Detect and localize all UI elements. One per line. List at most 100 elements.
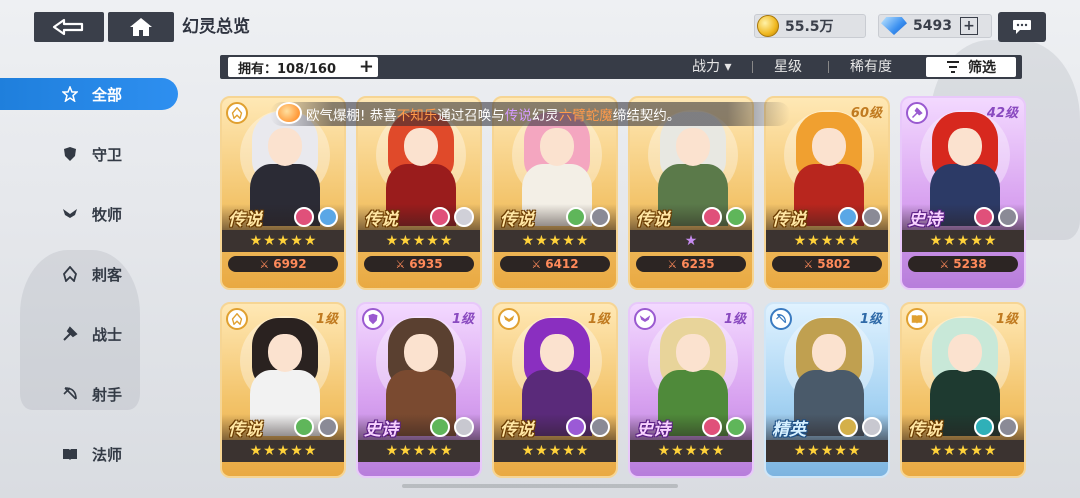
- rarity-row: 传说: [494, 414, 616, 440]
- gem-icon: [881, 17, 907, 35]
- announcement-mid2: 幻灵: [531, 108, 559, 124]
- rarity-row: 传说: [766, 204, 888, 230]
- rarity-label: 传说: [636, 209, 670, 230]
- sort-power[interactable]: 战力 ▾: [692, 55, 731, 79]
- expand-capacity-button[interactable]: +: [359, 57, 374, 77]
- filter-label: 筛选: [968, 60, 996, 76]
- element-icon: [838, 417, 858, 437]
- hero-card[interactable]: 1级 传说 ★ ★ ★ ★ ★: [492, 302, 618, 478]
- owned-counter[interactable]: 拥有：108/160 +: [228, 57, 378, 77]
- announcement-suffix: 缔结契约。: [612, 108, 681, 124]
- hero-card[interactable]: 1级 精英 ★ ★ ★ ★ ★: [764, 302, 890, 478]
- power-value: 5802: [817, 257, 851, 271]
- power-value: 6235: [681, 257, 715, 271]
- power-value: 6412: [545, 257, 579, 271]
- star-icon: ★: [548, 443, 562, 459]
- back-button[interactable]: [34, 12, 104, 42]
- hero-card[interactable]: 1级 史诗 ★ ★ ★ ★ ★: [628, 302, 754, 478]
- star-icon: ★: [793, 443, 807, 459]
- element-icon: [430, 207, 450, 227]
- star-icon: ★: [956, 233, 970, 249]
- element-icon: [294, 207, 314, 227]
- sidebar-item-5[interactable]: 射手: [0, 378, 178, 410]
- hero-level: 1级: [859, 312, 882, 327]
- star-rating: ★: [630, 230, 752, 252]
- star-rating: ★ ★ ★ ★ ★: [222, 230, 344, 252]
- element-icon: [702, 417, 722, 437]
- sidebar-item-4[interactable]: 战士: [0, 318, 178, 350]
- star-outline-icon: [62, 86, 78, 102]
- add-gems-button[interactable]: +: [959, 17, 978, 35]
- home-button[interactable]: [108, 12, 174, 42]
- owned-label: 拥有：108/160: [238, 61, 337, 77]
- star-icon: ★: [983, 233, 997, 249]
- sidebar-item-6[interactable]: 法师: [0, 438, 178, 470]
- sidebar-item-1[interactable]: 守卫: [0, 138, 178, 170]
- rarity-row: 史诗: [630, 414, 752, 440]
- bow-icon: [62, 386, 78, 402]
- power-value: 5238: [953, 257, 987, 271]
- star-icon: ★: [657, 443, 671, 459]
- star-icon: ★: [263, 443, 276, 459]
- star-icon: ★: [847, 443, 861, 459]
- sidebar-item-label: 刺客: [92, 265, 123, 284]
- element-icon: [702, 207, 722, 227]
- hero-card[interactable]: 1级 史诗 ★ ★ ★ ★ ★: [356, 302, 482, 478]
- star-icon: ★: [426, 443, 439, 459]
- star-icon: ★: [535, 233, 548, 249]
- rarity-label: 传说: [908, 419, 942, 440]
- hero-card[interactable]: 1级 传说 ★ ★ ★ ★ ★: [900, 302, 1026, 478]
- star-icon: ★: [548, 233, 562, 249]
- star-icon: ★: [834, 233, 847, 249]
- filter-icon: [947, 61, 959, 73]
- star-icon: ★: [521, 233, 535, 249]
- rarity-label: 传说: [500, 419, 534, 440]
- crossed-swords-icon: ⚔: [259, 257, 270, 271]
- assassin-icon: [226, 102, 248, 124]
- sidebar-item-0[interactable]: 全部: [0, 78, 178, 110]
- star-icon: ★: [807, 443, 820, 459]
- element-icon: [974, 207, 994, 227]
- rarity-row: 传说: [222, 414, 344, 440]
- star-rating: ★ ★ ★ ★ ★: [358, 230, 480, 252]
- announcement-rarity: 传说: [504, 108, 532, 124]
- book-icon: [62, 446, 78, 462]
- crossed-swords-icon: ⚔: [531, 257, 542, 271]
- star-rating: ★ ★ ★ ★ ★: [766, 230, 888, 252]
- element-icon: [294, 417, 314, 437]
- star-icon: ★: [711, 443, 725, 459]
- star-icon: ★: [820, 233, 834, 249]
- filter-button[interactable]: 筛选: [926, 57, 1016, 77]
- sidebar-item-3[interactable]: 刺客: [0, 258, 178, 290]
- star-icon: ★: [983, 443, 997, 459]
- divider: [752, 61, 753, 73]
- star-icon: ★: [820, 443, 834, 459]
- hero-card[interactable]: 1级 传说 ★ ★ ★ ★ ★: [220, 302, 346, 478]
- element-icon: [862, 417, 882, 437]
- hero-card[interactable]: 42级 史诗 ★ ★ ★ ★ ★ ⚔ 5238: [900, 96, 1026, 290]
- power-value: 6992: [273, 257, 307, 271]
- chat-button[interactable]: [998, 12, 1046, 42]
- sort-rarity[interactable]: 稀有度: [850, 55, 892, 79]
- element-icon: [726, 417, 746, 437]
- rarity-label: 精英: [772, 419, 806, 440]
- star-rating: ★ ★ ★ ★ ★: [630, 440, 752, 462]
- rarity-row: 传说: [222, 204, 344, 230]
- shield-icon: [62, 146, 78, 162]
- star-icon: ★: [943, 233, 956, 249]
- announcement-player: 不知乐: [396, 108, 438, 124]
- element-icon: [998, 417, 1018, 437]
- element-icon: [566, 417, 586, 437]
- hero-level: 42级: [986, 106, 1018, 121]
- sort-star[interactable]: 星级: [774, 55, 802, 79]
- sidebar-item-2[interactable]: 牧师: [0, 198, 178, 230]
- home-icon: [130, 18, 152, 36]
- announcement-prefix: 欧气爆棚! 恭喜: [306, 108, 397, 124]
- star-icon: ★: [249, 443, 263, 459]
- power-badge: ⚔ 6412: [500, 256, 610, 272]
- star-icon: ★: [303, 443, 317, 459]
- mascot-icon: [276, 102, 302, 124]
- element-icon: [454, 417, 474, 437]
- element-icon: [590, 207, 610, 227]
- hero-card[interactable]: 60级 传说 ★ ★ ★ ★ ★ ⚔ 5802: [764, 96, 890, 290]
